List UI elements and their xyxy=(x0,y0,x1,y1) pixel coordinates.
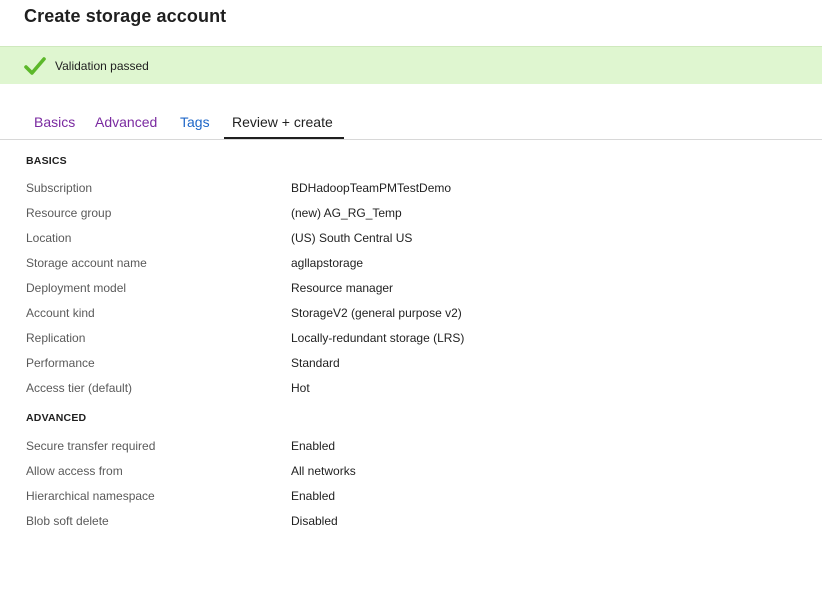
value-resource-group: (new) AG_RG_Temp xyxy=(291,206,402,220)
label-access-tier: Access tier (default) xyxy=(26,381,133,395)
label-location: Location xyxy=(26,231,72,245)
tab-review-create[interactable]: Review + create xyxy=(232,114,333,130)
label-resource-group: Resource group xyxy=(26,206,112,220)
label-subscription: Subscription xyxy=(26,181,93,195)
validation-banner: Validation passed xyxy=(0,46,822,84)
active-tab-indicator xyxy=(224,137,344,139)
value-deployment-model: Resource manager xyxy=(291,281,394,295)
value-allow-access-from: All networks xyxy=(291,464,356,478)
label-storage-account-name: Storage account name xyxy=(26,256,147,270)
label-blob-soft-delete: Blob soft delete xyxy=(26,514,109,528)
value-account-kind: StorageV2 (general purpose v2) xyxy=(291,306,462,320)
value-replication: Locally-redundant storage (LRS) xyxy=(291,331,465,345)
create-storage-account-page: Create storage account Validation passed… xyxy=(0,0,822,608)
value-performance: Standard xyxy=(291,356,340,370)
label-replication: Replication xyxy=(26,331,86,345)
tab-tags[interactable]: Tags xyxy=(180,114,210,130)
label-account-kind: Account kind xyxy=(26,306,95,320)
section-header-advanced: ADVANCED xyxy=(26,412,87,424)
label-hierarchical-namespace: Hierarchical namespace xyxy=(26,489,155,503)
value-secure-transfer: Enabled xyxy=(291,439,336,453)
tab-bar: Basics Advanced Tags Review + create xyxy=(0,110,822,140)
value-access-tier: Hot xyxy=(291,381,310,395)
checkmark-icon xyxy=(24,56,46,75)
label-allow-access-from: Allow access from xyxy=(26,464,123,478)
tab-advanced[interactable]: Advanced xyxy=(95,114,157,130)
value-blob-soft-delete: Disabled xyxy=(291,514,338,528)
section-header-basics: BASICS xyxy=(26,155,67,167)
tab-basics[interactable]: Basics xyxy=(34,114,75,130)
label-deployment-model: Deployment model xyxy=(26,281,127,295)
value-location: (US) South Central US xyxy=(291,231,413,245)
validation-message: Validation passed xyxy=(55,58,149,73)
label-performance: Performance xyxy=(26,356,95,370)
value-storage-account-name: agllapstorage xyxy=(291,256,364,270)
label-secure-transfer: Secure transfer required xyxy=(26,439,156,453)
page-title: Create storage account xyxy=(24,6,227,26)
value-hierarchical-namespace: Enabled xyxy=(291,489,336,503)
value-subscription: BDHadoopTeamPMTestDemo xyxy=(291,181,452,195)
